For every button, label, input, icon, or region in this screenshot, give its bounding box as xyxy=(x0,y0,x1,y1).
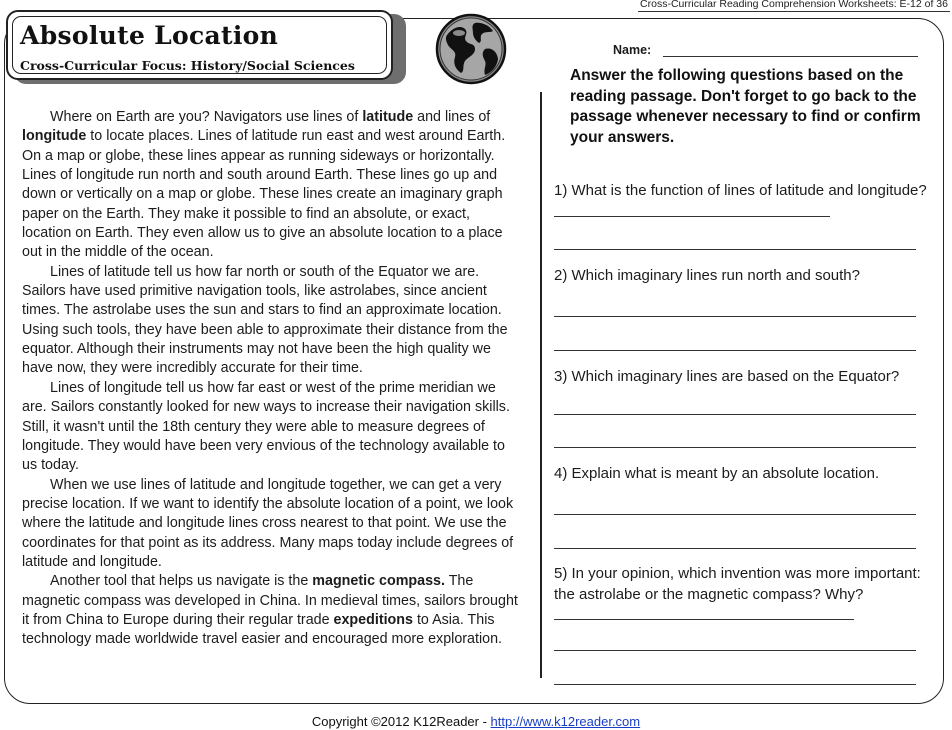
answer-line[interactable] xyxy=(554,202,830,217)
question-5: 5) In your opinion, which invention was … xyxy=(554,564,939,627)
answer-line[interactable] xyxy=(554,414,916,415)
answer-line[interactable] xyxy=(554,684,916,685)
answer-line[interactable] xyxy=(554,447,916,448)
answer-line[interactable] xyxy=(554,548,916,549)
title-box: Absolute Location Cross-Curricular Focus… xyxy=(6,10,393,80)
passage-paragraph: Lines of longitude tell us how far east … xyxy=(22,379,510,474)
answer-line[interactable] xyxy=(554,605,854,620)
k12reader-link[interactable]: http://www.k12reader.com xyxy=(491,714,641,729)
question-4: 4) Explain what is meant by an absolute … xyxy=(554,465,880,482)
name-answer-line[interactable] xyxy=(663,56,918,57)
copyright-text: Copyright ©2012 K12Reader - xyxy=(311,714,491,729)
question-3: 3) Which imaginary lines are based on th… xyxy=(554,368,900,385)
globe-icon xyxy=(435,13,507,85)
answer-line[interactable] xyxy=(554,514,916,515)
question-1: 1) What is the function of lines of lati… xyxy=(554,181,939,223)
column-divider xyxy=(540,92,542,678)
passage-paragraph: Where on Earth are you? Navigators use l… xyxy=(22,109,506,261)
footer: Copyright ©2012 K12Reader - http://www.k… xyxy=(0,714,952,729)
answer-line[interactable] xyxy=(554,650,916,651)
passage-paragraph: Another tool that helps us navigate is t… xyxy=(22,573,518,648)
answer-line[interactable] xyxy=(554,316,916,317)
answer-line[interactable] xyxy=(554,350,916,351)
worksheet-series-label: Cross-Curricular Reading Comprehension W… xyxy=(638,0,950,12)
page-subtitle: Cross-Curricular Focus: History/Social S… xyxy=(20,58,355,73)
question-2: 2) Which imaginary lines run north and s… xyxy=(554,267,860,284)
reading-passage: Where on Earth are you? Navigators use l… xyxy=(22,108,522,650)
passage-paragraph: Lines of latitude tell us how far north … xyxy=(22,263,508,377)
passage-paragraph: When we use lines of latitude and longit… xyxy=(22,476,514,570)
answer-line[interactable] xyxy=(554,249,916,250)
page-title: Absolute Location xyxy=(20,21,279,50)
name-label: Name: xyxy=(613,43,652,57)
instructions: Answer the following questions based on … xyxy=(570,67,921,146)
